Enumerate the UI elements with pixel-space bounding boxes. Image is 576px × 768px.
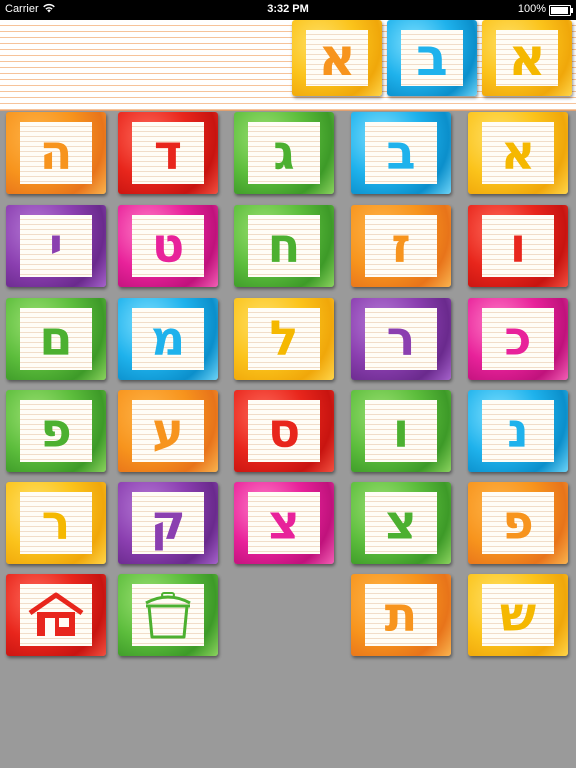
alphabet-letter-letter: ר bbox=[365, 308, 437, 370]
alphabet-letter-letter: ר bbox=[20, 492, 92, 554]
trash-button[interactable] bbox=[118, 574, 218, 656]
trash-pot-icon bbox=[145, 592, 191, 639]
home-button[interactable] bbox=[6, 574, 106, 656]
alphabet-letter-letter: ד bbox=[132, 122, 204, 184]
clock: 3:32 PM bbox=[267, 3, 309, 15]
alphabet-letter-letter: פ bbox=[20, 400, 92, 462]
alphabet-letter-tile[interactable]: ט bbox=[118, 205, 218, 287]
alphabet-letter-tile[interactable]: מ bbox=[118, 298, 218, 380]
alphabet-letter-letter: ש bbox=[482, 584, 554, 646]
alphabet-letter-letter: א bbox=[482, 122, 554, 184]
alphabet-letter-tile[interactable]: ת bbox=[351, 574, 451, 656]
home-button-face bbox=[20, 584, 92, 646]
alphabet-letter-letter: כ bbox=[482, 308, 554, 370]
battery-icon bbox=[549, 5, 573, 16]
alphabet-letter-tile[interactable]: א bbox=[468, 112, 568, 194]
alphabet-letter-letter: ל bbox=[248, 308, 320, 370]
word-letter-tile[interactable]: א bbox=[292, 20, 382, 96]
alphabet-letter-letter: ע bbox=[132, 400, 204, 462]
alphabet-letter-letter: נ bbox=[482, 400, 554, 462]
word-letter-letter: א bbox=[306, 30, 368, 86]
alphabet-letter-tile[interactable]: ז bbox=[351, 205, 451, 287]
alphabet-letter-tile[interactable]: ה bbox=[6, 112, 106, 194]
alphabet-letter-tile[interactable]: נ bbox=[468, 390, 568, 472]
alphabet-letter-tile[interactable]: ח bbox=[234, 205, 334, 287]
alphabet-letter-tile[interactable]: ר bbox=[351, 298, 451, 380]
alphabet-letter-tile[interactable]: פ bbox=[6, 390, 106, 472]
alphabet-letter-tile[interactable]: ע bbox=[118, 390, 218, 472]
alphabet-letter-tile[interactable]: ר bbox=[6, 482, 106, 564]
alphabet-letter-letter: ט bbox=[132, 215, 204, 277]
alphabet-letter-tile[interactable]: י bbox=[6, 205, 106, 287]
alphabet-letter-tile[interactable]: ס bbox=[234, 390, 334, 472]
alphabet-letter-letter: ח bbox=[248, 215, 320, 277]
alphabet-letter-letter: צ bbox=[365, 492, 437, 554]
alphabet-letter-letter: ם bbox=[20, 308, 92, 370]
word-letter-tile[interactable]: ב bbox=[387, 20, 477, 96]
alphabet-letter-letter: י bbox=[20, 215, 92, 277]
alphabet-letter-tile[interactable]: ש bbox=[468, 574, 568, 656]
alphabet-letter-tile[interactable]: פ bbox=[468, 482, 568, 564]
alphabet-letter-tile[interactable]: כ bbox=[468, 298, 568, 380]
alphabet-letter-tile[interactable]: ו bbox=[351, 390, 451, 472]
word-letter-letter: ב bbox=[401, 30, 463, 86]
alphabet-letter-tile[interactable]: ו bbox=[468, 205, 568, 287]
trash-button-face bbox=[132, 584, 204, 646]
alphabet-letter-tile[interactable]: ב bbox=[351, 112, 451, 194]
word-letter-tile[interactable]: א bbox=[482, 20, 572, 96]
alphabet-letter-letter: ב bbox=[365, 122, 437, 184]
alphabet-letter-letter: ה bbox=[20, 122, 92, 184]
alphabet-letter-letter: מ bbox=[132, 308, 204, 370]
status-bar: Carrier 3:32 PM 100% bbox=[0, 0, 576, 20]
alphabet-letter-tile[interactable]: צ bbox=[234, 482, 334, 564]
alphabet-letter-letter: ו bbox=[365, 400, 437, 462]
alphabet-letter-letter: צ bbox=[248, 492, 320, 554]
alphabet-letter-tile[interactable]: ד bbox=[118, 112, 218, 194]
alphabet-letter-letter: ו bbox=[482, 215, 554, 277]
alphabet-letter-letter: ג bbox=[248, 122, 320, 184]
alphabet-letter-tile[interactable]: ק bbox=[118, 482, 218, 564]
word-letter-letter: א bbox=[496, 30, 558, 86]
battery-percent: 100% bbox=[517, 3, 546, 15]
alphabet-letter-letter: ת bbox=[365, 584, 437, 646]
alphabet-letter-letter: ס bbox=[248, 400, 320, 462]
alphabet-letter-letter: פ bbox=[482, 492, 554, 554]
alphabet-letter-tile[interactable]: צ bbox=[351, 482, 451, 564]
alphabet-letter-tile[interactable]: ל bbox=[234, 298, 334, 380]
alphabet-letter-letter: ז bbox=[365, 215, 437, 277]
alphabet-letter-letter: ק bbox=[132, 492, 204, 554]
alphabet-letter-tile[interactable]: ם bbox=[6, 298, 106, 380]
alphabet-letter-tile[interactable]: ג bbox=[234, 112, 334, 194]
home-icon bbox=[28, 592, 84, 636]
